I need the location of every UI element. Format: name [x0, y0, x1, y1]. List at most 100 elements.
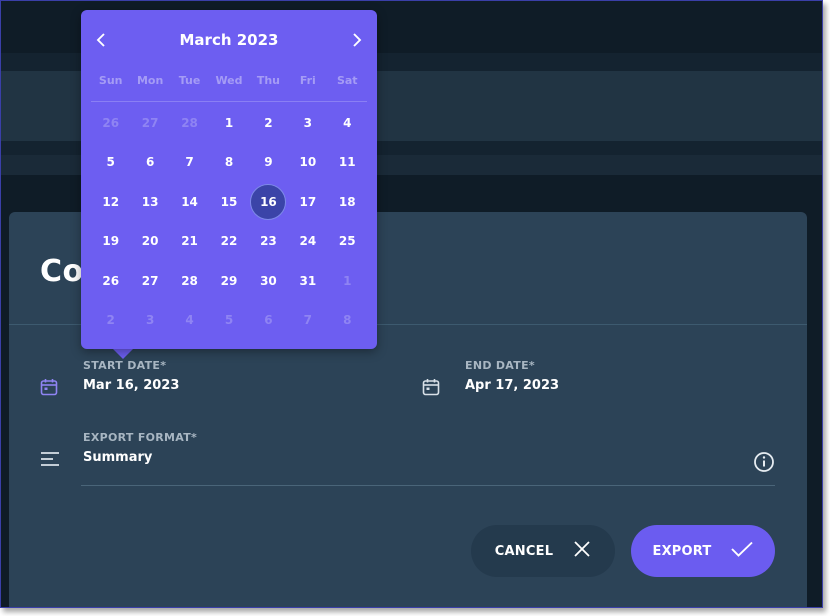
- check-icon: [731, 541, 754, 561]
- calendar-day[interactable]: 2: [249, 103, 288, 143]
- calendar-day[interactable]: 5: [91, 143, 130, 183]
- calendar-day-label: 28: [181, 273, 198, 288]
- calendar-day-label: 12: [102, 194, 120, 209]
- calendar-day[interactable]: 7: [170, 143, 209, 183]
- calendar-weekday: Sun: [98, 74, 123, 87]
- calendar-day-label: 23: [260, 234, 277, 249]
- calendar-day-label: 17: [299, 194, 317, 209]
- calendar-day-label: 2: [264, 115, 273, 130]
- calendar-day[interactable]: 8: [328, 301, 367, 341]
- calendar-day-label: 27: [141, 273, 159, 288]
- calendar-day-label: 10: [299, 155, 317, 170]
- calendar-day[interactable]: 15: [209, 182, 248, 222]
- cancel-button-label: CANCEL: [494, 543, 554, 559]
- end-date-field[interactable]: END DATE* Apr 17, 2023: [465, 359, 559, 393]
- calendar-month-label: March 2023: [179, 31, 279, 49]
- calendar-day[interactable]: 30: [249, 261, 288, 301]
- calendar-day-label: 18: [338, 194, 356, 209]
- calendar-day-label: 14: [181, 194, 198, 209]
- calendar-day-label: 26: [102, 115, 120, 130]
- calendar-weekdays: Sun Mon Tue Wed Thu Fri Sat: [91, 74, 367, 87]
- calendar-day[interactable]: 6: [130, 143, 169, 183]
- calendar-day-label: 20: [141, 234, 159, 249]
- calendar-weekday: Tue: [178, 74, 201, 87]
- calendar-weekday: Mon: [136, 74, 164, 87]
- calendar-day[interactable]: 25: [328, 222, 367, 262]
- calendar-day[interactable]: 3: [130, 301, 169, 341]
- calendar-day[interactable]: 6: [249, 301, 288, 341]
- calendar-day-label: 4: [185, 313, 194, 328]
- calendar-day[interactable]: 2: [91, 301, 130, 341]
- calendar-day[interactable]: 20: [130, 222, 169, 262]
- dialog-title: Co: [40, 254, 84, 289]
- cancel-button[interactable]: CANCEL: [471, 525, 615, 577]
- calendar-day[interactable]: 3: [288, 103, 327, 143]
- calendar-day-label: 16: [260, 194, 277, 209]
- start-date-field[interactable]: START DATE* Mar 16, 2023: [83, 359, 179, 393]
- calendar-day[interactable]: 1: [209, 103, 248, 143]
- calendar-day-label: 8: [224, 155, 234, 170]
- calendar-day[interactable]: 21: [170, 222, 209, 262]
- start-date-value[interactable]: Mar 16, 2023: [83, 378, 179, 393]
- calendar-weekday: Thu: [256, 74, 280, 87]
- calendar-day-label: 5: [106, 155, 115, 170]
- calendar-day-label: 22: [220, 234, 238, 249]
- calendar-day[interactable]: 26: [91, 103, 130, 143]
- calendar-icon[interactable]: [422, 378, 440, 400]
- calendar-day[interactable]: 26: [91, 261, 130, 301]
- calendar-icon[interactable]: [40, 378, 58, 400]
- calendar-day[interactable]: 29: [209, 261, 248, 301]
- calendar-pointer: [112, 348, 134, 359]
- calendar-day[interactable]: 19: [91, 222, 130, 262]
- calendar-day[interactable]: 27: [130, 103, 169, 143]
- calendar-day-label: 4: [343, 115, 352, 130]
- calendar-day-selected[interactable]: 16: [249, 182, 288, 222]
- calendar-day[interactable]: 11: [328, 143, 367, 183]
- calendar-day-label: 27: [141, 115, 159, 130]
- calendar-day[interactable]: 22: [209, 222, 248, 262]
- calendar-day[interactable]: 12: [91, 182, 130, 222]
- export-format-value[interactable]: Summary: [83, 450, 197, 465]
- calendar-day[interactable]: 23: [249, 222, 288, 262]
- calendar-day[interactable]: 1: [328, 261, 367, 301]
- calendar-day[interactable]: 14: [170, 182, 209, 222]
- calendar-day-label: 3: [145, 313, 155, 328]
- calendar-day-label: 25: [338, 234, 356, 249]
- calendar-day-label: 1: [343, 273, 352, 288]
- chevron-right-icon[interactable]: [347, 30, 367, 50]
- calendar-day[interactable]: 7: [288, 301, 327, 341]
- calendar-day[interactable]: 4: [328, 103, 367, 143]
- date-picker-popover: March 2023 Sun Mon Tue Wed Thu Fri Sat 26 27 28 1…: [81, 10, 377, 349]
- info-icon[interactable]: [753, 451, 775, 477]
- calendar-day[interactable]: 10: [288, 143, 327, 183]
- calendar-day-label: 6: [145, 155, 155, 170]
- calendar-day[interactable]: 13: [130, 182, 169, 222]
- calendar-day[interactable]: 17: [288, 182, 327, 222]
- calendar-day[interactable]: 31: [288, 261, 327, 301]
- calendar-weekday: Fri: [299, 74, 316, 87]
- calendar-day[interactable]: 28: [170, 103, 209, 143]
- export-format-field[interactable]: EXPORT FORMAT* Summary: [83, 431, 197, 465]
- calendar-day-label: 5: [224, 313, 234, 328]
- end-date-value[interactable]: Apr 17, 2023: [465, 378, 559, 393]
- calendar-header: March 2023: [81, 10, 377, 70]
- calendar-day[interactable]: 24: [288, 222, 327, 262]
- calendar-day[interactable]: 9: [249, 143, 288, 183]
- list-icon: [40, 451, 60, 471]
- calendar-day[interactable]: 28: [170, 261, 209, 301]
- calendar-day-label: 26: [102, 273, 120, 288]
- calendar-day[interactable]: 8: [209, 143, 248, 183]
- calendar-day[interactable]: 4: [170, 301, 209, 341]
- app-window: Co START DATE* Mar 16, 2023 END DATE* Ap…: [0, 0, 823, 608]
- calendar-day-label: 7: [303, 313, 313, 328]
- calendar-day-label: 7: [185, 155, 194, 170]
- export-format-underline: [81, 485, 775, 486]
- calendar-day-label: 11: [338, 155, 356, 170]
- calendar-day-label: 1: [224, 115, 234, 130]
- export-button[interactable]: EXPORT: [631, 525, 775, 577]
- calendar-day-label: 13: [141, 194, 159, 209]
- calendar-day[interactable]: 18: [328, 182, 367, 222]
- calendar-day[interactable]: 27: [130, 261, 169, 301]
- calendar-divider: [91, 101, 367, 102]
- calendar-day[interactable]: 5: [209, 301, 248, 341]
